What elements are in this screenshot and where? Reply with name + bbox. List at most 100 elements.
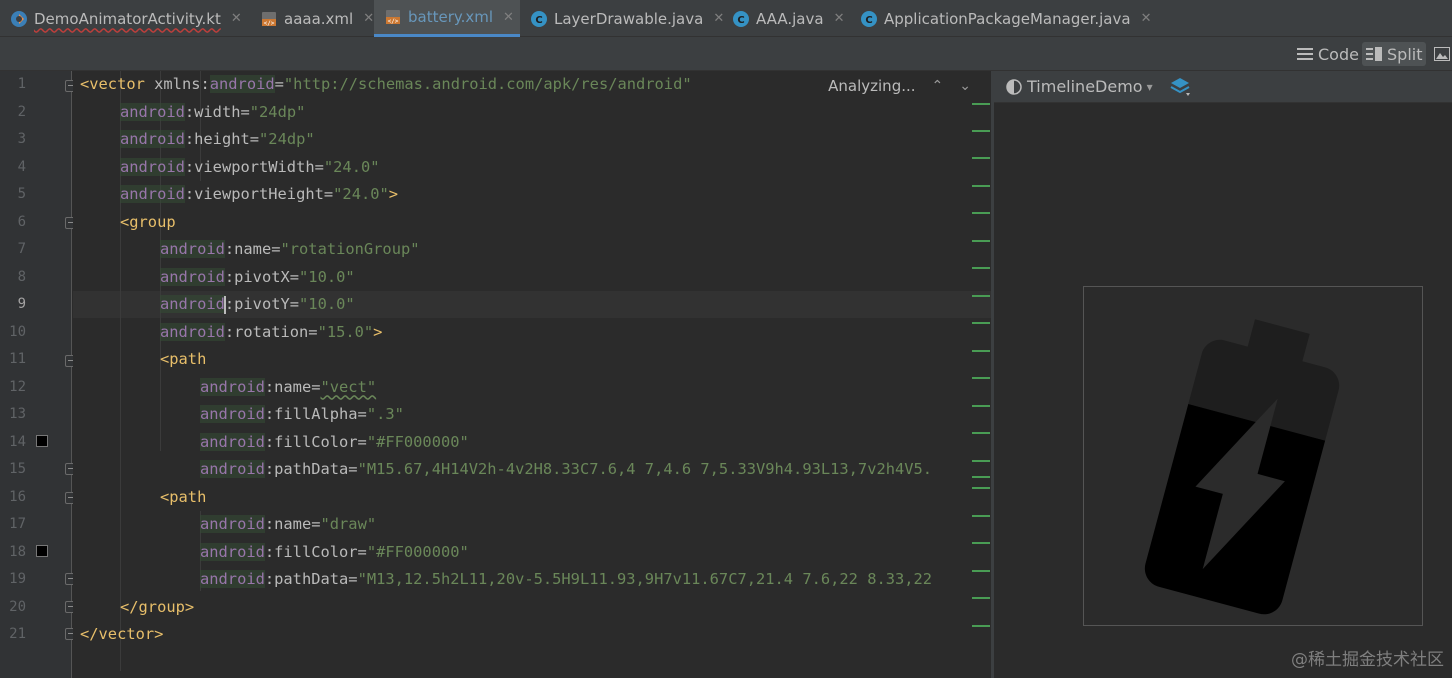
tab-demo-animator-activity[interactable]: DemoAnimatorActivity.kt ✕ — [0, 0, 250, 37]
code-line: <path — [160, 346, 206, 373]
svg-text:</>: </> — [388, 18, 399, 25]
token-val: "vect" — [320, 377, 377, 396]
token-val: "#FF000000" — [366, 542, 469, 561]
token-ns: android — [200, 570, 265, 588]
token-ns: android — [120, 130, 185, 148]
line-number: 13 — [9, 406, 26, 422]
next-highlight-icon[interactable]: ⌄ — [959, 78, 971, 94]
change-marker[interactable] — [972, 185, 990, 187]
close-icon[interactable]: ✕ — [834, 11, 845, 26]
code-mode-button[interactable]: Code — [1293, 42, 1363, 66]
token-rest: xmlns: — [144, 75, 210, 93]
token-ns: android — [160, 240, 225, 258]
token-val: "10.0" — [299, 295, 355, 313]
change-marker[interactable] — [972, 350, 990, 352]
theme-selector[interactable]: TimelineDemo — [1027, 77, 1143, 96]
tab-battery-xml[interactable]: </> battery.xml ✕ — [374, 0, 520, 37]
token-val: "24dp" — [249, 102, 306, 121]
code-line: android:pathData="M13,12.5h2L11,20v-5.5H… — [200, 566, 932, 593]
token-val: "24.0" — [333, 185, 389, 203]
change-marker[interactable] — [972, 267, 990, 269]
line-number: 9 — [17, 296, 26, 312]
java-class-icon: C — [733, 10, 749, 27]
color-swatch-icon[interactable] — [36, 545, 48, 557]
change-marker[interactable] — [972, 295, 990, 297]
code-line: android:name="vect" — [200, 374, 376, 401]
token-ns: android — [209, 75, 275, 93]
change-marker[interactable] — [972, 460, 990, 462]
token-val: "15.0" — [317, 322, 374, 341]
tab-aaaa-xml[interactable]: </> aaaa.xml ✕ — [250, 0, 374, 37]
token-ns: android — [160, 322, 225, 341]
image-view-icon — [1434, 47, 1450, 61]
change-marker[interactable] — [972, 103, 990, 105]
token-close: > — [388, 185, 399, 203]
code-line: android:fillColor="#FF000000" — [200, 429, 469, 456]
tab-application-package-manager-java[interactable]: C ApplicationPackageManager.java ✕ — [850, 0, 1155, 37]
token-val: "M15.67,4H14V2h-4v2H8.33C7.6,4 7,4.6 7,5… — [357, 460, 933, 478]
change-marker[interactable] — [972, 377, 990, 379]
previous-highlight-icon[interactable]: ⌃ — [932, 78, 944, 94]
close-icon[interactable]: ✕ — [503, 10, 514, 25]
change-marker[interactable] — [972, 240, 990, 242]
code-line: </vector> — [80, 621, 163, 648]
change-marker[interactable] — [972, 487, 990, 489]
token-ns: android — [200, 515, 265, 533]
change-marker[interactable] — [972, 405, 990, 407]
code-line: <group — [120, 209, 176, 236]
change-marker[interactable] — [972, 322, 990, 324]
token-eq: = — [274, 75, 284, 93]
close-icon[interactable]: ✕ — [1141, 11, 1152, 26]
token-tag-open: <vector — [80, 75, 145, 93]
xml-file-icon: </> — [262, 11, 276, 27]
change-marker[interactable] — [972, 130, 990, 132]
drawable-preview-canvas — [1083, 286, 1423, 626]
code-line: android:width="24dp" — [120, 99, 305, 126]
token-val: "#FF000000" — [366, 432, 469, 451]
close-icon[interactable]: ✕ — [363, 11, 374, 26]
token-attr: :fillAlpha — [264, 405, 358, 423]
change-marker[interactable] — [972, 515, 990, 517]
change-marker[interactable] — [972, 570, 990, 572]
layers-icon[interactable] — [1169, 77, 1191, 97]
line-number: 8 — [17, 268, 26, 285]
code-editor[interactable]: <vector xmlns:android="http://schemas.an… — [73, 71, 991, 678]
token-attr: :fillColor — [264, 432, 358, 451]
line-number: 20 — [9, 598, 26, 615]
token-attr: :pathData — [264, 460, 349, 478]
tab-layer-drawable-java[interactable]: C LayerDrawable.java ✕ — [520, 0, 724, 37]
close-icon[interactable]: ✕ — [231, 11, 242, 26]
token-ns: android — [120, 157, 185, 176]
token-eq: = — [308, 322, 318, 341]
change-marker[interactable] — [972, 212, 990, 214]
line-number: 10 — [9, 323, 26, 340]
split-mode-button[interactable]: Split — [1362, 42, 1427, 66]
analysis-status-text: Analyzing... — [828, 77, 916, 95]
token-val: "draw" — [320, 515, 377, 533]
view-mode-bar: Code Split — [0, 37, 1452, 71]
design-mode-button[interactable] — [1430, 42, 1452, 66]
code-line: android:fillColor="#FF000000" — [200, 539, 469, 566]
svg-text:</>: </> — [264, 20, 275, 27]
line-number: 16 — [9, 488, 26, 505]
color-swatch-icon[interactable] — [36, 435, 48, 447]
change-marker[interactable] — [972, 597, 990, 599]
change-marker[interactable] — [972, 432, 990, 434]
change-marker[interactable] — [972, 625, 990, 627]
token-ns: android — [160, 267, 225, 286]
code-line: android:height="24dp" — [120, 126, 315, 153]
token-eq: = — [348, 460, 358, 478]
token-eq: = — [357, 432, 367, 451]
token-ns: android — [120, 185, 185, 203]
change-marker[interactable] — [972, 157, 990, 159]
change-marker[interactable] — [972, 542, 990, 544]
svg-text:C: C — [737, 15, 744, 26]
change-marker[interactable] — [972, 476, 990, 478]
chevron-down-icon[interactable]: ▾ — [1147, 80, 1153, 94]
token-attr: :fillColor — [264, 542, 358, 561]
token-eq: = — [311, 377, 321, 396]
tab-aaa-java[interactable]: C AAA.java ✕ — [722, 0, 850, 37]
line-number: 3 — [17, 131, 26, 147]
token-eq: = — [289, 295, 300, 313]
token-eq: = — [240, 102, 250, 121]
